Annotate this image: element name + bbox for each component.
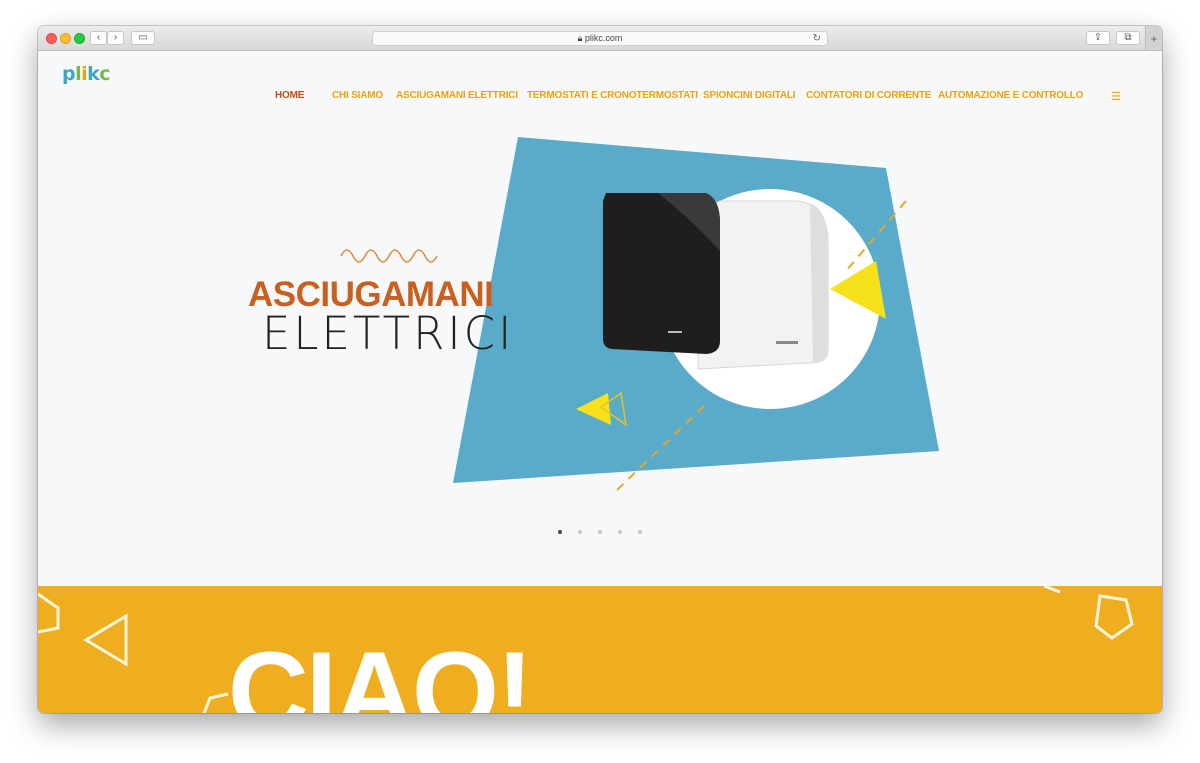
outline-shape-bottom	[202, 692, 229, 713]
outline-shape-top	[1043, 586, 1061, 594]
address-bar[interactable]: 🔒︎ plikc.com ↻	[372, 31, 828, 46]
minimize-window-button[interactable]	[60, 33, 71, 44]
intro-section: CIAO!	[38, 586, 1162, 713]
outline-triangle-left	[83, 613, 128, 667]
new-tab-button[interactable]: +	[1145, 26, 1162, 50]
outline-shape-edge	[38, 592, 60, 634]
wave-decoration	[340, 249, 438, 263]
slider-dot-2[interactable]	[578, 530, 582, 534]
band-decorations	[38, 586, 1134, 713]
slider-dot-3[interactable]	[598, 530, 602, 534]
close-window-button[interactable]	[46, 33, 57, 44]
slider-dot-5[interactable]	[638, 530, 642, 534]
black-hand-dryer	[603, 193, 720, 354]
reload-icon[interactable]: ↻	[813, 32, 821, 45]
hero-subtitle: ELETTRICI	[262, 307, 515, 360]
forward-button[interactable]: ›	[107, 31, 124, 45]
tabs-icon: ⧉	[1124, 32, 1132, 43]
hero-graphic	[340, 137, 939, 492]
sidebar-toggle-button[interactable]: ▭	[131, 31, 155, 45]
browser-titlebar: ‹ › ▭ 🔒︎ plikc.com ↻ ⇪ ⧉ +	[38, 26, 1162, 51]
back-button[interactable]: ‹	[90, 31, 107, 45]
slider-dot-4[interactable]	[618, 530, 622, 534]
browser-window: ‹ › ▭ 🔒︎ plikc.com ↻ ⇪ ⧉ + plikc HOME CH…	[38, 26, 1162, 713]
outline-hexagon-right	[1094, 594, 1134, 640]
lock-icon: 🔒︎	[577, 33, 585, 43]
slider-dot-1[interactable]	[558, 530, 562, 534]
sidebar-icon: ▭	[138, 32, 148, 43]
share-button[interactable]: ⇪	[1086, 31, 1110, 45]
tabs-overview-button[interactable]: ⧉	[1116, 31, 1140, 45]
url-text: plikc.com	[584, 33, 623, 43]
share-icon: ⇪	[1093, 32, 1103, 43]
intro-heading: CIAO!	[228, 629, 533, 714]
web-page: plikc HOME CHI SIAMO ASCIUGAMANI ELETTRI…	[38, 51, 1162, 713]
zoom-window-button[interactable]	[74, 33, 85, 44]
